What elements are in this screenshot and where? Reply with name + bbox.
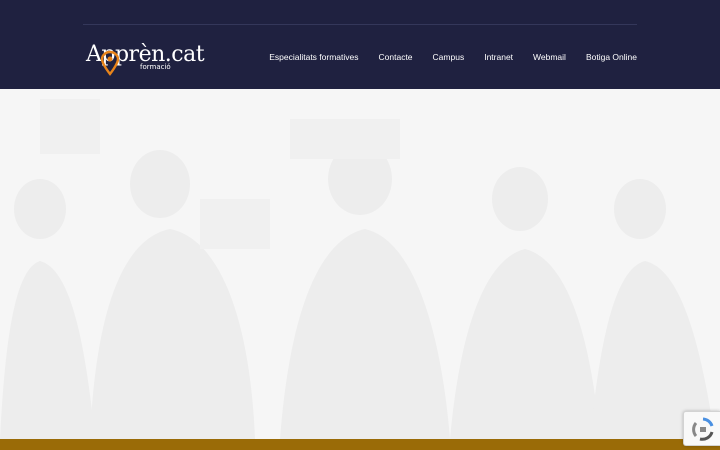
header-divider [83,24,637,25]
site-header: Apprèn.cat formació Especialitats format… [0,0,720,89]
site-logo[interactable]: Apprèn.cat formació [86,42,206,76]
nav-item-botiga-online[interactable]: Botiga Online [586,49,637,65]
logo-subtext: formació [140,63,171,71]
hero-photo-icon [0,89,720,439]
nav-item-intranet[interactable]: Intranet [484,49,513,65]
nav-item-contacte[interactable]: Contacte [379,49,413,65]
nav-item-campus[interactable]: Campus [433,49,465,65]
pin-logo-mark-icon [100,50,120,76]
page: Apprèn.cat formació Especialitats format… [0,0,720,450]
main-nav: Especialitats formatives Contacte Campus… [269,49,637,65]
nav-item-webmail[interactable]: Webmail [533,49,566,65]
hero-banner [0,89,720,439]
nav-item-especialitats[interactable]: Especialitats formatives [269,49,358,65]
footer-accent-bar [0,439,720,450]
recaptcha-badge[interactable] [683,411,720,446]
recaptcha-icon [692,417,714,441]
top-bar [0,0,720,24]
